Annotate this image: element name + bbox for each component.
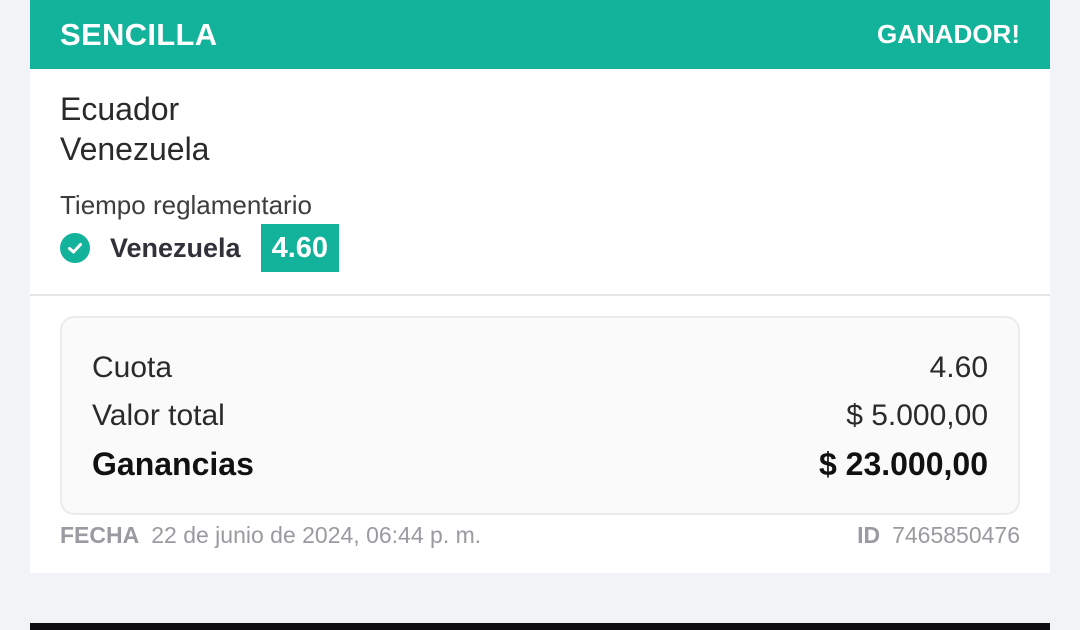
stake-label: Valor total [92, 399, 225, 432]
winnings-label: Ganancias [92, 445, 254, 482]
odds-badge: 4.60 [260, 224, 340, 272]
winnings-row: Ganancias $ 23.000,00 [92, 440, 988, 488]
id-value: 7465850476 [892, 522, 1020, 548]
odds-label: Cuota [92, 351, 173, 384]
away-team: Venezuela [60, 131, 210, 167]
bet-type-label: SENCILLA [60, 16, 218, 52]
result-status-label: GANADOR! [877, 19, 1020, 49]
odds-row: Cuota 4.60 [92, 344, 988, 392]
divider [30, 294, 1050, 296]
next-card-edge [30, 623, 1050, 630]
date-label: FECHA [60, 522, 140, 548]
stake-value: $ 5.000,00 [846, 399, 988, 432]
date-info: FECHA 22 de junio de 2024, 06:44 p. m. [60, 522, 481, 549]
selection-row: Venezuela 4.60 [60, 224, 1020, 272]
bet-summary: Cuota 4.60 Valor total $ 5.000,00 Gananc… [60, 316, 1020, 515]
check-circle-icon [60, 233, 90, 263]
bet-header: SENCILLA GANADOR! [30, 0, 1050, 69]
id-info: ID 7465850476 [857, 522, 1020, 549]
winnings-value: $ 23.000,00 [818, 445, 988, 482]
bet-card[interactable]: SENCILLA GANADOR! Ecuador Venezuela Tiem… [30, 0, 1050, 573]
id-label: ID [857, 522, 881, 548]
odds-value: 4.60 [929, 351, 988, 384]
bet-footer: FECHA 22 de junio de 2024, 06:44 p. m. ID… [60, 522, 1020, 549]
stake-row: Valor total $ 5.000,00 [92, 392, 988, 440]
market-label: Tiempo reglamentario [60, 190, 312, 220]
date-value: 22 de junio de 2024, 06:44 p. m. [151, 522, 482, 548]
match-info: Ecuador Venezuela Tiempo reglamentario V… [30, 69, 1050, 272]
home-team: Ecuador [60, 91, 180, 127]
selection-pick: Venezuela [110, 232, 241, 263]
